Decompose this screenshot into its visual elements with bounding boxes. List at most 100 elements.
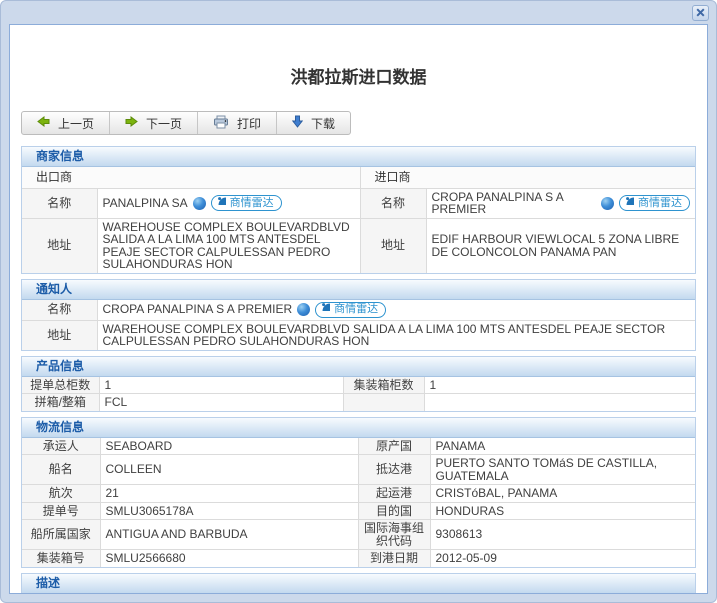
notify-address-row: 地址 WAREHOUSE COMPLEX BOULEVARDBLVD SALID… <box>22 319 695 350</box>
field-value: PANAMA <box>429 437 695 455</box>
merchant-table: 出口商 进口商 名称 PANALPINA SA 商情雷达 名称 CROPA PA… <box>22 167 695 273</box>
table-row: 承运人 SEABOARD 原产国 PANAMA <box>22 437 695 455</box>
radar-icon <box>217 196 227 211</box>
exporter-header: 出口商 <box>22 167 361 189</box>
field-value: ANTIGUA AND BARBUDA <box>99 519 359 550</box>
radar-icon <box>625 196 635 211</box>
field-value: COLLEEN <box>99 454 359 485</box>
radar-icon <box>321 302 331 317</box>
download-button[interactable]: 下载 <box>277 112 350 134</box>
print-label: 打印 <box>237 116 262 131</box>
print-button[interactable]: 打印 <box>198 112 278 134</box>
table-row: 拼箱/整箱 FCL <box>22 393 695 411</box>
field-value: 1 <box>423 376 695 394</box>
table-row: 集装箱号 SMLU2566680 到港日期 2012-05-09 <box>22 549 695 567</box>
field-value: CROPA PANALPINA S A PREMIER 商情雷达 <box>96 299 695 321</box>
field-value: 9308613 <box>429 519 695 550</box>
field-label: 地址 <box>359 217 427 273</box>
field-label: 提单总柜数 <box>22 376 100 394</box>
field-value: SMLU2566680 <box>99 549 359 567</box>
field-label: 名称 <box>22 187 98 219</box>
exporter-address: WAREHOUSE COMPLEX BOULEVARDBLVD SALIDA A… <box>96 217 361 273</box>
radar-badge-label: 商情雷达 <box>638 196 682 209</box>
importer-address: EDIF HARBOUR VIEWLOCAL 5 ZONA LIBRE DE C… <box>425 217 695 273</box>
radar-badge-button[interactable]: 商情雷达 <box>619 195 690 211</box>
field-value <box>423 393 695 411</box>
field-value: PUERTO SANTO TOMáS DE CASTILLA, GUATEMAL… <box>429 454 695 485</box>
globe-icon[interactable] <box>192 196 206 210</box>
field-label: 到港日期 <box>357 549 431 567</box>
toolbar: 上一页 下一页 打印 下载 <box>21 111 352 135</box>
field-value: SMLU3065178A <box>99 501 359 520</box>
section-product-header: 产品信息 <box>22 356 695 377</box>
field-label: 原产国 <box>357 437 431 455</box>
product-table: 提单总柜数 1 集装箱柜数 1 拼箱/整箱 FCL <box>22 376 695 411</box>
prev-page-label: 上一页 <box>58 116 95 131</box>
field-label: 地址 <box>22 217 98 273</box>
logistics-table: 承运人 SEABOARD 原产国 PANAMA 船名 COLLEEN 抵达港 P… <box>22 437 695 567</box>
dialog-titlebar <box>1 1 716 24</box>
table-row: 船名 COLLEEN 抵达港 PUERTO SANTO TOMáS DE CAS… <box>22 454 695 485</box>
page-title: 洪都拉斯进口数据 <box>290 68 427 87</box>
green-arrow-right-icon <box>125 115 138 131</box>
radar-badge-button[interactable]: 商情雷达 <box>210 195 282 211</box>
field-label: 国际海事组织代码 <box>357 519 431 550</box>
table-row: 产品描述 BULTOSCONTROL DE LUZ LED CALZADOS D… <box>22 594 695 595</box>
field-label: 名称 <box>359 187 427 219</box>
table-row: 航次 21 起运港 CRISTóBAL, PANAMA <box>22 484 695 503</box>
close-icon <box>696 4 705 22</box>
field-value: SEABOARD <box>99 437 359 455</box>
table-row: 提单总柜数 1 集装箱柜数 1 <box>22 376 695 394</box>
section-description-header: 描述 <box>22 573 695 593</box>
field-label: 拼箱/整箱 <box>22 393 100 411</box>
next-page-button[interactable]: 下一页 <box>110 112 199 134</box>
field-value: 21 <box>99 484 359 503</box>
section-product: 产品信息 提单总柜数 1 集装箱柜数 1 拼箱/整箱 FCL <box>21 355 696 412</box>
field-label: 提单号 <box>22 501 101 520</box>
close-button[interactable] <box>692 5 709 21</box>
field-value: 2012-05-09 <box>429 549 695 567</box>
field-label: 目的国 <box>357 501 431 520</box>
radar-badge-label: 商情雷达 <box>229 196 274 209</box>
exporter-name: PANALPINA SA <box>102 195 188 210</box>
field-label: 集装箱柜数 <box>342 376 425 394</box>
blue-arrow-down-icon <box>291 115 304 131</box>
field-value: CRISTóBAL, PANAMA <box>429 484 695 503</box>
field-value: 1 <box>98 376 344 394</box>
section-notify-header: 通知人 <box>22 279 695 300</box>
section-merchant-header: 商家信息 <box>22 147 695 167</box>
table-row: 船所属国家 ANTIGUA AND BARBUDA 国际海事组织代码 93086… <box>22 519 695 550</box>
next-page-label: 下一页 <box>146 116 183 131</box>
printer-icon <box>213 115 229 132</box>
green-arrow-left-icon <box>37 115 50 131</box>
dialog-body: 洪都拉斯进口数据 上一页 下一页 打印 下载 商家信息 出口商 进口商 名称 P… <box>9 24 708 594</box>
section-description: 描述 产品描述 BULTOSCONTROL DE LUZ LED CALZADO… <box>21 572 696 595</box>
field-label: 集装箱号 <box>22 549 101 567</box>
field-label: 名称 <box>22 299 98 321</box>
download-label: 下载 <box>311 116 336 131</box>
globe-icon[interactable] <box>601 196 614 210</box>
notify-name-row: 名称 CROPA PANALPINA S A PREMIER 商情雷达 <box>22 299 695 321</box>
merchant-subheader-row: 出口商 进口商 <box>22 167 695 189</box>
section-logistics: 物流信息 承运人 SEABOARD 原产国 PANAMA 船名 COLLEEN … <box>21 416 696 568</box>
radar-badge-label: 商情雷达 <box>334 303 379 315</box>
field-label: 起运港 <box>357 484 431 503</box>
notify-address: WAREHOUSE COMPLEX BOULEVARDBLVD SALIDA A… <box>96 319 695 350</box>
product-description: BULTOSCONTROL DE LUZ LED CALZADOS DECABA… <box>99 594 695 595</box>
section-merchant: 商家信息 出口商 进口商 名称 PANALPINA SA 商情雷达 名称 CRO… <box>21 146 696 274</box>
description-table: 产品描述 BULTOSCONTROL DE LUZ LED CALZADOS D… <box>22 594 695 595</box>
importer-header: 进口商 <box>359 167 695 189</box>
prev-page-button[interactable]: 上一页 <box>22 112 111 134</box>
import-data-dialog: 洪都拉斯进口数据 上一页 下一页 打印 下载 商家信息 出口商 进口商 名称 P… <box>0 0 717 603</box>
field-label <box>342 393 425 411</box>
table-row: 提单号 SMLU3065178A 目的国 HONDURAS <box>22 501 695 520</box>
globe-icon[interactable] <box>297 303 311 316</box>
radar-badge-button[interactable]: 商情雷达 <box>315 301 387 318</box>
notify-table: 名称 CROPA PANALPINA S A PREMIER 商情雷达 地址 W… <box>22 299 695 350</box>
field-label: 船名 <box>22 454 101 485</box>
field-label: 承运人 <box>22 437 101 455</box>
field-value: FCL <box>98 393 344 411</box>
merchant-address-row: 地址 WAREHOUSE COMPLEX BOULEVARDBLVD SALID… <box>22 217 695 273</box>
field-label: 地址 <box>22 319 98 350</box>
merchant-name-row: 名称 PANALPINA SA 商情雷达 名称 CROPA PANALPINA … <box>22 187 695 219</box>
